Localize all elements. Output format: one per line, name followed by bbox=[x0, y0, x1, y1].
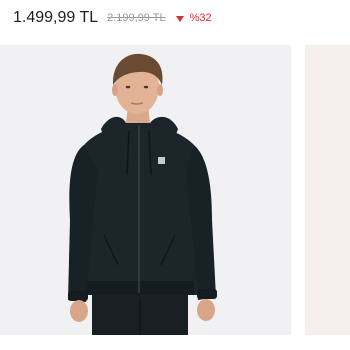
previous-card-fragment bbox=[11, 0, 51, 2]
price-row: 1.499,99 TL 2.199,99 TL %32 bbox=[13, 6, 212, 30]
discount-badge: %32 bbox=[175, 12, 212, 24]
current-price: 1.499,99 TL bbox=[13, 9, 99, 26]
product-listing-viewport: 1.499,99 TL 2.199,99 TL %32 bbox=[0, 0, 350, 350]
discount-label: %32 bbox=[189, 12, 212, 24]
triangle-down-icon bbox=[175, 15, 184, 22]
old-price: 2.199,99 TL bbox=[107, 12, 166, 24]
product-image[interactable] bbox=[0, 45, 291, 335]
next-product-card[interactable] bbox=[305, 45, 350, 335]
